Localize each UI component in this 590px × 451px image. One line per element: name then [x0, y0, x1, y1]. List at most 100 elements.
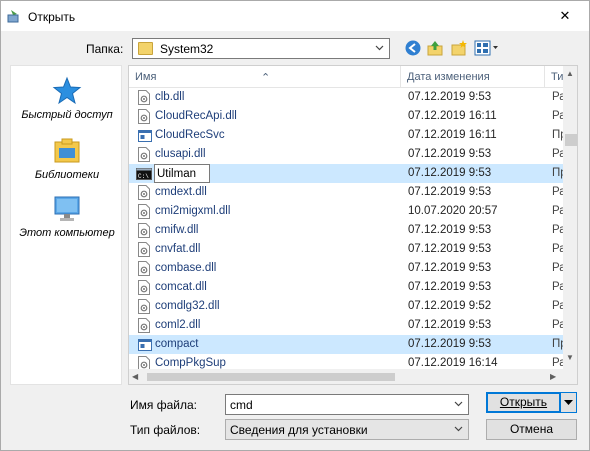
rename-input[interactable]: Utilman — [154, 164, 210, 183]
vertical-scrollbar[interactable]: ▲ ▼ — [563, 66, 577, 369]
file-name: cmdext.dll — [155, 186, 207, 198]
file-row[interactable]: cmdext.dll 07.12.2019 9:53 Ра — [129, 183, 566, 202]
dll-file-icon — [138, 299, 150, 314]
scroll-up-icon[interactable]: ▲ — [566, 69, 574, 78]
folder-value: System32 — [160, 42, 214, 56]
dll-file-icon — [138, 185, 150, 200]
file-row[interactable]: C:\ Utilman 07.12.2019 9:53 Пр — [129, 164, 567, 183]
file-row[interactable]: comdlg32.dll 07.12.2019 9:52 Ра — [129, 297, 566, 316]
file-row[interactable]: combase.dll 07.12.2019 9:53 Ра — [129, 259, 566, 278]
file-row[interactable]: cmifw.dll 07.12.2019 9:53 Ра — [129, 221, 566, 240]
file-row[interactable]: cnvfat.dll 07.12.2019 9:53 Ра — [129, 240, 566, 259]
dll-file-icon — [138, 223, 150, 238]
filetype-label: Тип файлов: — [130, 423, 201, 437]
file-row[interactable]: clb.dll 07.12.2019 9:53 Ра — [129, 88, 566, 107]
scroll-corner — [563, 369, 577, 384]
up-folder-icon[interactable] — [426, 39, 444, 57]
dialog-app-icon — [7, 10, 19, 23]
file-name: CloudRecApi.dll — [155, 110, 237, 122]
file-name: Utilman — [157, 168, 196, 180]
chevron-down-icon — [454, 426, 463, 432]
dll-file-icon — [138, 280, 150, 295]
application-icon — [138, 339, 152, 351]
place-quick-access[interactable]: Быстрый доступ — [11, 76, 123, 121]
open-button[interactable]: Открыть — [486, 392, 561, 413]
place-label: Быстрый доступ — [21, 109, 113, 121]
scroll-left-icon[interactable]: ◀ — [132, 372, 138, 381]
file-date: 07.12.2019 9:53 — [408, 91, 492, 103]
scroll-thumb[interactable] — [147, 373, 395, 381]
file-name: clb.dll — [155, 91, 185, 103]
file-name: combase.dll — [155, 262, 217, 274]
place-label: Этот компьютер — [19, 227, 115, 239]
back-icon[interactable] — [404, 39, 422, 57]
column-name[interactable]: Имя — [135, 71, 156, 83]
scroll-down-icon[interactable]: ▼ — [566, 353, 574, 362]
filetype-value: Сведения для установки — [230, 423, 368, 437]
file-date: 07.12.2019 9:53 — [408, 167, 492, 179]
places-bar: Быстрый доступ Библиотеки Этот компьютер — [10, 65, 122, 385]
open-button-label: Открыть — [499, 395, 548, 409]
dll-file-icon — [138, 242, 150, 257]
file-date: 07.12.2019 9:53 — [408, 281, 492, 293]
file-row[interactable]: cmi2migxml.dll 10.07.2020 20:57 Ра — [129, 202, 566, 221]
dll-file-icon — [138, 204, 150, 219]
folder-dropdown[interactable]: System32 — [132, 38, 390, 59]
application-icon — [138, 130, 152, 142]
file-name: coml2.dll — [155, 319, 201, 331]
sort-ascending-icon: ⌃ — [261, 72, 271, 84]
file-row[interactable]: comcat.dll 07.12.2019 9:53 Ра — [129, 278, 566, 297]
place-this-pc[interactable]: Этот компьютер — [11, 194, 123, 239]
file-name: CloudRecSvc — [155, 129, 225, 141]
place-libraries[interactable]: Библиотеки — [11, 136, 123, 181]
folder-label: Папка: — [86, 42, 124, 56]
column-divider[interactable] — [400, 66, 401, 88]
file-date: 07.12.2019 9:53 — [408, 319, 492, 331]
file-row[interactable]: compact 07.12.2019 9:53 Пр — [129, 335, 567, 354]
file-name: cmi2migxml.dll — [155, 205, 231, 217]
filename-value: cmd — [230, 398, 253, 412]
file-date: 10.07.2020 20:57 — [408, 205, 498, 217]
libraries-icon — [54, 138, 80, 163]
file-date: 07.12.2019 9:53 — [408, 148, 492, 160]
file-row[interactable]: coml2.dll 07.12.2019 9:53 Ра — [129, 316, 566, 335]
file-name: CompPkgSup — [155, 357, 226, 369]
view-menu-icon[interactable] — [474, 39, 500, 57]
file-name: compact — [155, 338, 199, 350]
chevron-down-icon[interactable] — [453, 398, 464, 409]
file-list[interactable]: ⌃ Имя Дата изменения Ти clb.dll 07.12.201… — [128, 65, 578, 385]
open-options-button[interactable] — [560, 392, 577, 413]
filename-label: Имя файла: — [130, 398, 197, 412]
place-label: Библиотеки — [34, 169, 100, 181]
caret-down-icon — [564, 399, 573, 405]
folder-icon — [138, 42, 153, 55]
window-title: Открыть — [28, 10, 76, 24]
dll-file-icon — [138, 261, 150, 276]
column-date[interactable]: Дата изменения — [407, 71, 490, 83]
horizontal-scrollbar[interactable]: ◀ ▶ — [129, 369, 563, 384]
column-type[interactable]: Ти — [551, 71, 563, 83]
new-folder-icon[interactable] — [450, 39, 468, 57]
file-row[interactable]: CloudRecApi.dll 07.12.2019 16:11 Ра — [129, 107, 566, 126]
file-rows: clb.dll 07.12.2019 9:53 Ра CloudRecApi.dll 0… — [129, 88, 567, 373]
file-date: 07.12.2019 9:53 — [408, 338, 492, 350]
column-header: ⌃ Имя Дата изменения Ти — [129, 66, 563, 88]
cancel-button[interactable]: Отмена — [486, 419, 577, 440]
column-divider[interactable] — [544, 66, 545, 88]
scroll-thumb[interactable] — [565, 134, 577, 146]
scroll-right-icon[interactable]: ▶ — [550, 372, 556, 381]
file-row[interactable]: clusapi.dll 07.12.2019 9:53 Ра — [129, 145, 566, 164]
close-button[interactable]: ✕ — [550, 6, 580, 26]
console-icon: C:\ — [136, 168, 152, 180]
file-date: 07.12.2019 9:53 — [408, 243, 492, 255]
file-date: 07.12.2019 9:53 — [408, 186, 492, 198]
dll-file-icon — [138, 147, 150, 162]
this-pc-icon — [54, 196, 80, 221]
file-date: 07.12.2019 9:52 — [408, 300, 492, 312]
svg-text:C:\: C:\ — [138, 173, 149, 180]
filetype-dropdown[interactable]: Сведения для установки — [225, 419, 469, 440]
filename-input[interactable]: cmd — [225, 394, 469, 415]
file-row[interactable]: CloudRecSvc 07.12.2019 16:11 Пр — [129, 126, 567, 145]
cancel-button-label: Отмена — [509, 422, 554, 436]
file-name: comcat.dll — [155, 281, 207, 293]
